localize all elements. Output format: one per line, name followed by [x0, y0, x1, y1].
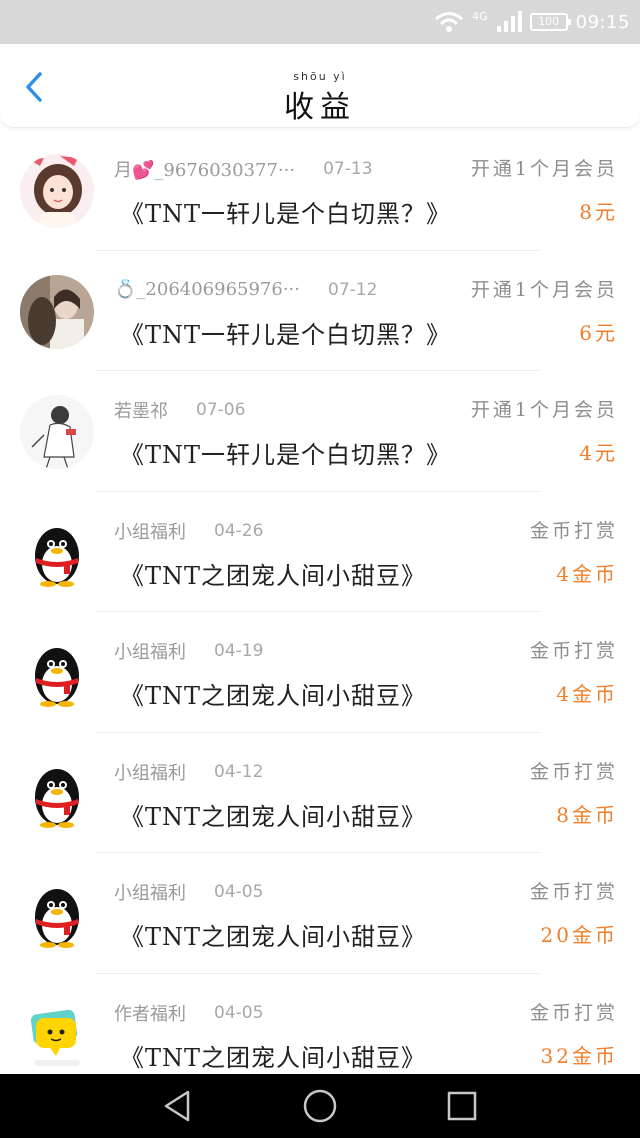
work-title: 《TNT一轩儿是个白切黑？》: [120, 441, 452, 469]
triangle-back-icon[interactable]: [160, 1088, 196, 1124]
work-title: 《TNT之团宠人间小甜豆》: [120, 682, 427, 710]
record-meta: 若墨祁 07-06: [114, 397, 245, 423]
record-meta: 作者福利 04-05: [114, 1000, 263, 1026]
signal-icon: [496, 11, 522, 32]
reward-amount: 8元: [579, 200, 618, 224]
chat-bubble-avatar[interactable]: [20, 997, 94, 1072]
earnings-list: 月💕_9676030377··· 07-13 《TNT一轩儿是个白切黑？》 开通…: [0, 130, 640, 1094]
record-date: 04-05: [214, 882, 264, 902]
earning-record[interactable]: 月💕_9676030377··· 07-13 《TNT一轩儿是个白切黑？》 开通…: [0, 130, 640, 251]
battery-icon: 100: [529, 13, 571, 31]
sketch-girl-avatar[interactable]: [20, 395, 94, 469]
reward-info: 金币打赏 4金币: [529, 636, 618, 706]
earning-record[interactable]: 💍_206406965976··· 07-12 《TNT一轩儿是个白切黑？》 开…: [0, 251, 640, 371]
reward-type: 金币打赏: [529, 881, 618, 903]
record-name: 若墨祁: [114, 401, 168, 422]
reward-type: 金币打赏: [529, 1001, 618, 1024]
record-meta: 月💕_9676030377··· 07-13: [114, 156, 373, 182]
record-date: 04-12: [214, 761, 264, 782]
record-meta: 💍_206406965976··· 07-12: [114, 277, 377, 303]
girl-illustration-avatar[interactable]: [20, 154, 94, 228]
title-bar: shōu yì 收益: [0, 44, 640, 128]
reward-type: 开通1个月会员: [470, 278, 618, 301]
reward-info: 金币打赏 4金币: [529, 516, 618, 586]
work-title: 《TNT一轩儿是个白切黑？》: [120, 200, 452, 228]
record-date: 07-06: [196, 400, 246, 420]
record-name: 小组福利: [114, 762, 186, 784]
earning-record[interactable]: 若墨祁 07-06 《TNT一轩儿是个白切黑？》 开通1个月会员 4元: [0, 371, 640, 492]
work-title: 《TNT之团宠人间小甜豆》: [120, 1043, 427, 1072]
reward-amount: 4元: [579, 441, 618, 465]
record-meta: 小组福利 04-12: [114, 759, 263, 785]
earning-record[interactable]: 小组福利 04-05 《TNT之团宠人间小甜豆》 金币打赏 20金币: [0, 853, 640, 974]
record-date: 04-26: [214, 520, 264, 541]
status-bar: 4G 100 09:15: [0, 0, 640, 44]
penguin-avatar[interactable]: [20, 756, 94, 831]
reward-type: 金币打赏: [529, 640, 618, 662]
system-nav-bar: [0, 1074, 640, 1138]
record-name: 月💕_9676030377···: [114, 160, 296, 181]
couple-photo-avatar[interactable]: [20, 274, 94, 349]
reward-amount: 6元: [579, 320, 618, 345]
penguin-avatar[interactable]: [20, 515, 94, 590]
earning-record[interactable]: 小组福利 04-19 《TNT之团宠人间小甜豆》 金币打赏 4金币: [0, 612, 640, 733]
record-date: 07-13: [323, 159, 373, 179]
reward-amount: 4金币: [556, 561, 618, 586]
record-date: 04-05: [214, 1002, 264, 1023]
reward-info: 金币打赏 20金币: [529, 877, 618, 947]
record-name: 小组福利: [114, 883, 186, 904]
penguin-avatar[interactable]: [20, 636, 94, 710]
record-meta: 小组福利 04-26: [114, 518, 263, 544]
record-date: 04-19: [214, 641, 264, 661]
record-name: 作者福利: [114, 1003, 186, 1025]
record-date: 07-12: [328, 279, 378, 300]
work-title: 《TNT之团宠人间小甜豆》: [120, 923, 427, 951]
record-name: 小组福利: [114, 642, 186, 663]
record-meta: 小组福利 04-19: [114, 638, 263, 664]
reward-amount: 20金币: [540, 923, 618, 947]
work-title: 《TNT之团宠人间小甜豆》: [120, 802, 427, 831]
record-meta: 小组福利 04-05: [114, 879, 263, 905]
reward-info: 开通1个月会员 6元: [470, 275, 618, 345]
reward-amount: 8金币: [556, 802, 618, 827]
reward-info: 开通1个月会员 4元: [470, 395, 618, 465]
reward-type: 金币打赏: [529, 519, 618, 542]
status-time: 09:15: [575, 11, 630, 33]
work-title: 《TNT一轩儿是个白切黑？》: [120, 320, 452, 349]
earning-record[interactable]: 小组福利 04-26 《TNT之团宠人间小甜豆》 金币打赏 4金币: [0, 492, 640, 612]
reward-type: 开通1个月会员: [470, 399, 618, 421]
reward-amount: 4金币: [556, 682, 618, 706]
reward-type: 金币打赏: [529, 760, 618, 783]
reward-amount: 32金币: [540, 1043, 618, 1068]
circle-home-icon[interactable]: [302, 1088, 338, 1124]
penguin-avatar[interactable]: [20, 877, 94, 951]
work-title: 《TNT之团宠人间小甜豆》: [120, 561, 427, 590]
earning-record[interactable]: 小组福利 04-12 《TNT之团宠人间小甜豆》 金币打赏 8金币: [0, 733, 640, 853]
network-type: 4G: [472, 9, 488, 23]
record-name: 💍_206406965976···: [114, 279, 301, 300]
reward-info: 金币打赏 8金币: [529, 757, 618, 827]
page-title: 收益: [284, 90, 356, 125]
reward-info: 开通1个月会员 8元: [470, 154, 618, 224]
reward-type: 开通1个月会员: [470, 158, 618, 180]
reward-info: 金币打赏 32金币: [529, 998, 618, 1068]
record-name: 小组福利: [114, 521, 186, 543]
square-recent-icon[interactable]: [444, 1088, 480, 1124]
wifi-icon: [435, 12, 464, 32]
